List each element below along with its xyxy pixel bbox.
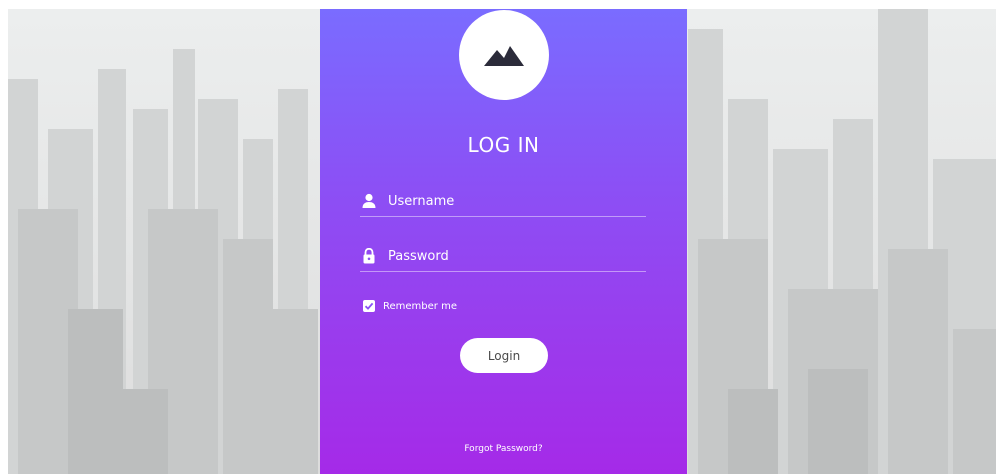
login-button[interactable]: Login xyxy=(460,338,548,373)
remember-label: Remember me xyxy=(383,300,457,312)
remember-checkbox[interactable] xyxy=(363,300,375,312)
password-input[interactable] xyxy=(388,245,638,267)
login-card: LOG IN Remember me Login xyxy=(320,9,687,474)
mountain-icon xyxy=(484,46,524,66)
remember-me[interactable]: Remember me xyxy=(363,299,457,313)
username-field xyxy=(360,190,646,217)
username-input[interactable] xyxy=(388,190,638,212)
checkmark-icon xyxy=(364,302,374,310)
login-title: LOG IN xyxy=(467,133,540,157)
user-icon xyxy=(362,193,376,208)
logo xyxy=(459,10,549,100)
lock-icon xyxy=(363,248,375,264)
login-page: LOG IN Remember me Login xyxy=(0,0,996,474)
forgot-password-link[interactable]: Forgot Password? xyxy=(320,444,687,454)
password-field xyxy=(360,245,646,272)
